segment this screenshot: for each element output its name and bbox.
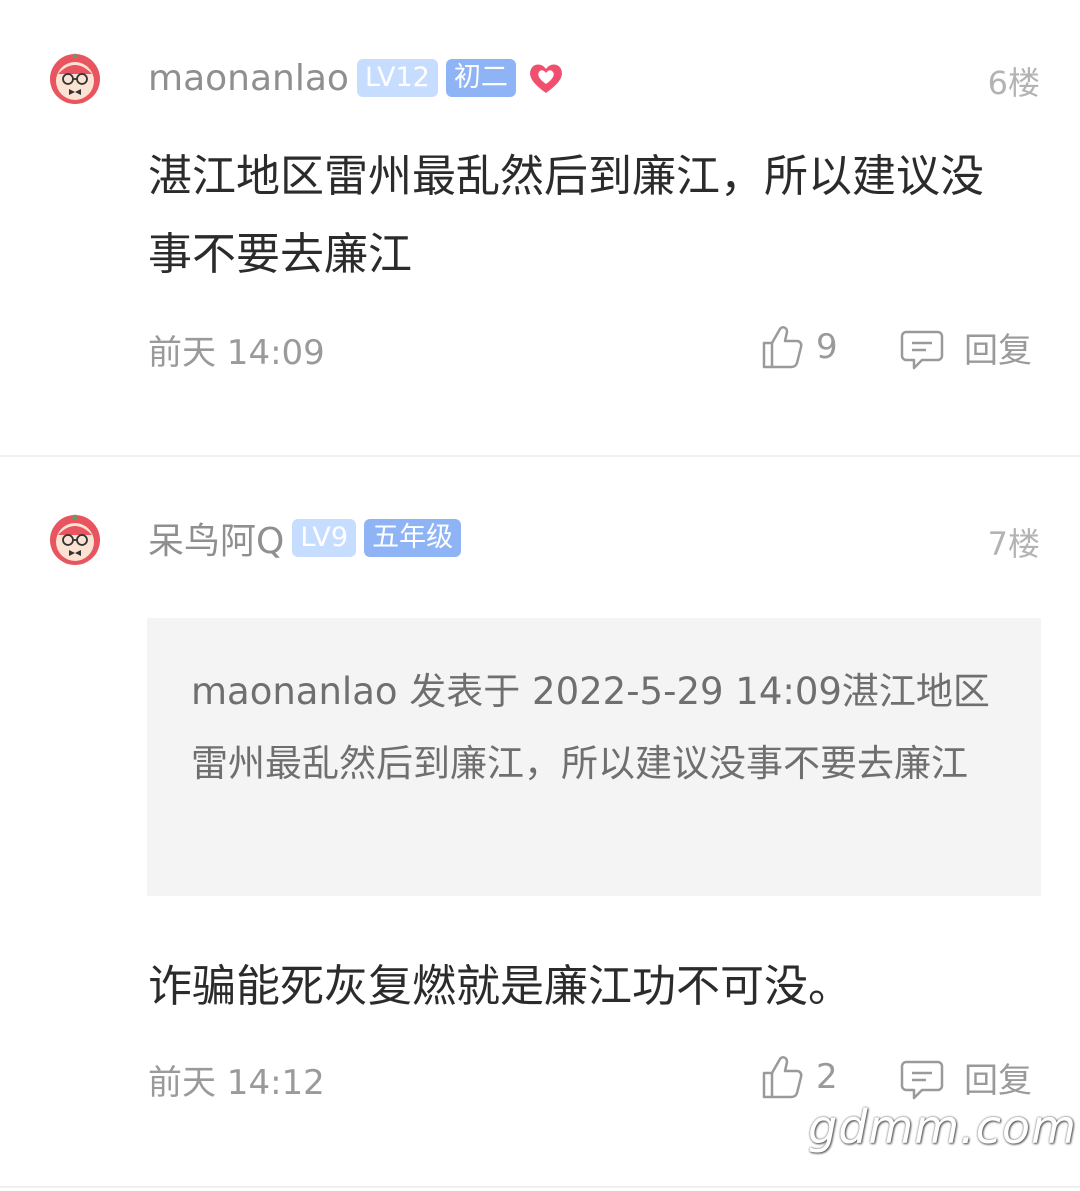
post-content: 湛江地区雷州最乱然后到廉江，所以建议没事不要去廉江 <box>148 151 984 280</box>
like-count: 9 <box>816 327 838 367</box>
reply-label: 回复 <box>964 1061 1032 1101</box>
level-badge: LV9 <box>292 519 357 557</box>
post-time: 前天 14:09 <box>148 333 325 373</box>
thumbs-up-icon <box>762 1056 803 1099</box>
comment-icon <box>900 1060 944 1099</box>
floor-number: 7楼 <box>987 525 1040 563</box>
post-floor-7: 呆鸟阿Q LV9 五年级 7楼 maonanlao 发表于 2022-5-29 … <box>0 457 1080 1185</box>
heart-icon <box>529 64 562 93</box>
post-floor-6: maonanlao LV12 初二 6楼 湛江地区雷州最乱然后到廉江，所以建议没… <box>0 0 1080 456</box>
like-count: 2 <box>816 1057 838 1097</box>
like-button[interactable]: 9 <box>760 323 838 371</box>
comment-icon <box>900 330 944 369</box>
grade-badge: 五年级 <box>364 519 462 557</box>
username[interactable]: maonanlao <box>148 58 349 99</box>
post-footer: 前天 14:12 2 回复 <box>148 1053 1040 1103</box>
floor-number: 6楼 <box>987 64 1040 102</box>
post-divider <box>0 1186 1080 1188</box>
username[interactable]: 呆鸟阿Q <box>148 512 284 564</box>
quoted-post[interactable]: maonanlao 发表于 2022-5-29 14:09湛江地区雷州最乱然后到… <box>147 618 1041 896</box>
thumbs-up-icon <box>762 326 803 369</box>
watermark: gdmm.com <box>808 1100 1077 1154</box>
post-time: 前天 14:12 <box>148 1063 325 1103</box>
reply-button[interactable]: 回复 <box>900 323 1032 372</box>
grade-badge: 初二 <box>445 59 516 97</box>
reply-label: 回复 <box>964 331 1032 371</box>
avatar[interactable] <box>48 52 102 106</box>
post-content: 诈骗能死灰复燃就是廉江功不可没。 <box>148 961 852 1012</box>
reply-button[interactable]: 回复 <box>900 1053 1032 1102</box>
avatar[interactable] <box>48 513 102 567</box>
like-button[interactable]: 2 <box>760 1053 838 1101</box>
post-footer: 前天 14:09 9 回复 <box>148 323 1040 373</box>
level-badge: LV12 <box>356 59 438 97</box>
